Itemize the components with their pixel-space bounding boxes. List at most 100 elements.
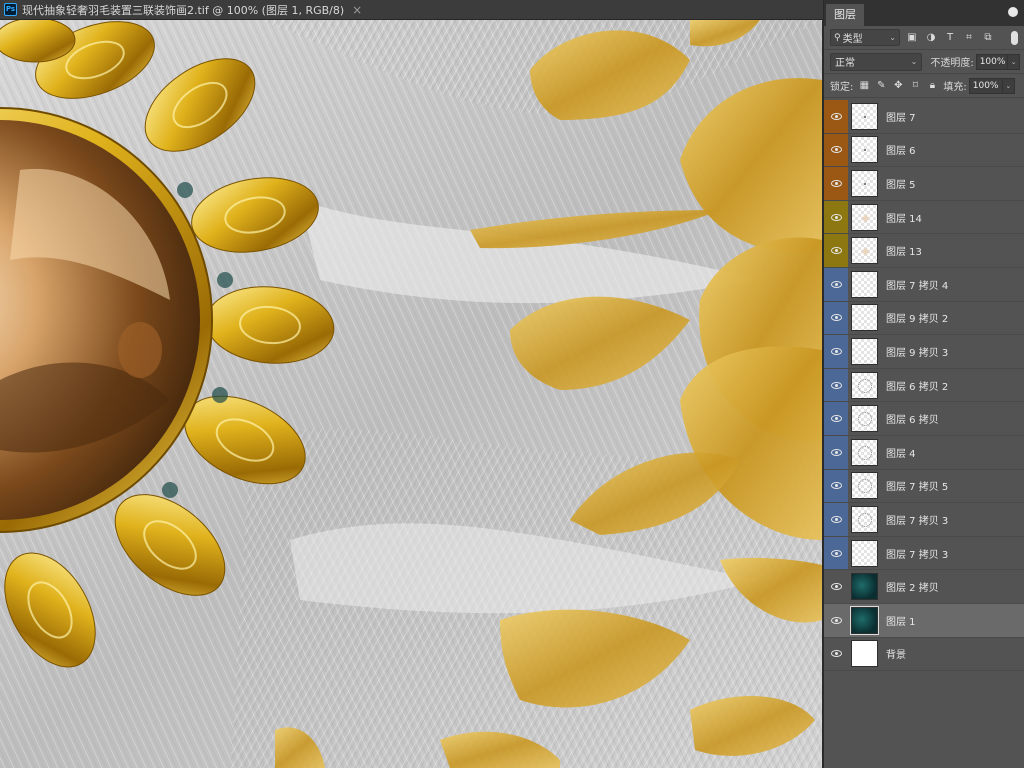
visibility-toggle[interactable]: [824, 469, 848, 503]
layer-thumbnail[interactable]: [851, 438, 878, 466]
layer-row[interactable]: 图层 13: [824, 234, 1024, 268]
visibility-toggle[interactable]: [824, 604, 848, 637]
tab-layers[interactable]: 图层: [826, 4, 864, 26]
layer-name[interactable]: 图层 9 拷贝 2: [886, 310, 948, 325]
eye-icon: [830, 280, 842, 288]
layer-name[interactable]: 图层 14: [886, 210, 922, 225]
layer-row[interactable]: 图层 2 拷贝: [824, 570, 1024, 604]
layer-name[interactable]: 图层 7 拷贝 3: [886, 512, 948, 527]
layer-thumbnail[interactable]: [851, 270, 878, 298]
layer-thumbnail[interactable]: [851, 337, 878, 365]
layer-thumbnail[interactable]: [851, 203, 878, 231]
layer-name[interactable]: 图层 5: [886, 176, 916, 191]
layer-name[interactable]: 背景: [886, 646, 906, 661]
layer-name[interactable]: 图层 1: [886, 613, 916, 628]
visibility-toggle[interactable]: [824, 402, 848, 435]
filter-toggle[interactable]: [1011, 30, 1018, 45]
layer-row[interactable]: 图层 5: [824, 167, 1024, 201]
document-canvas[interactable]: [0, 20, 822, 768]
layer-name[interactable]: 图层 13: [886, 243, 922, 258]
layer-name[interactable]: 图层 4: [886, 445, 916, 460]
document-title: 现代抽象轻奢羽毛装置三联装饰画2.tif @ 100% (图层 1, RGB/8…: [22, 3, 345, 17]
fill-field[interactable]: 100%: [968, 77, 1003, 94]
filter-kind-select[interactable]: ⚲ 类型 ⌄: [830, 29, 900, 46]
layer-name[interactable]: 图层 7: [886, 109, 916, 124]
layer-thumbnail[interactable]: [851, 472, 878, 500]
visibility-toggle[interactable]: [824, 301, 848, 335]
lock-position-icon[interactable]: ✥: [892, 80, 904, 92]
visibility-toggle[interactable]: [824, 234, 848, 267]
visibility-toggle[interactable]: [824, 267, 848, 301]
layer-row[interactable]: 图层 7 拷贝 3: [824, 503, 1024, 537]
visibility-toggle[interactable]: [824, 570, 848, 603]
lock-artboard-icon[interactable]: ⌑: [909, 80, 921, 92]
smart-object-filter-icon[interactable]: ⧉: [981, 31, 995, 45]
layer-name[interactable]: 图层 2 拷贝: [886, 579, 939, 594]
layer-row[interactable]: 图层 6 拷贝 2: [824, 368, 1024, 403]
fill-dropdown-icon[interactable]: ⌄: [1002, 77, 1015, 94]
visibility-toggle[interactable]: [824, 638, 848, 671]
visibility-toggle[interactable]: [824, 536, 848, 570]
layer-thumbnail[interactable]: [851, 573, 878, 601]
layer-thumbnail[interactable]: [851, 539, 878, 567]
lock-image-pixels-icon[interactable]: ✎: [875, 80, 887, 92]
thumbnail-content: [864, 149, 866, 152]
layer-row[interactable]: 图层 7 拷贝 4: [824, 267, 1024, 302]
blend-mode-value: 正常: [835, 58, 855, 69]
layer-name[interactable]: 图层 6: [886, 142, 916, 157]
visibility-toggle[interactable]: [824, 368, 848, 402]
lock-all-icon[interactable]: 🔒︎: [926, 80, 938, 92]
visibility-toggle[interactable]: [824, 133, 848, 167]
layer-thumbnail[interactable]: [851, 102, 878, 130]
layer-row[interactable]: 图层 14: [824, 200, 1024, 235]
layer-thumbnail[interactable]: [851, 237, 878, 265]
visibility-toggle[interactable]: [824, 167, 848, 200]
layer-name[interactable]: 图层 7 拷贝 4: [886, 277, 948, 292]
visibility-toggle[interactable]: [824, 335, 848, 368]
layer-thumbnail[interactable]: [851, 304, 878, 332]
layer-thumbnail[interactable]: [851, 640, 878, 668]
shape-filter-icon[interactable]: ⌗: [962, 31, 976, 45]
document-tab[interactable]: Ps 现代抽象轻奢羽毛装置三联装饰画2.tif @ 100% (图层 1, RG…: [0, 0, 823, 20]
layer-row[interactable]: 图层 6: [824, 133, 1024, 168]
eye-icon: [830, 415, 842, 423]
layer-row[interactable]: 图层 1: [824, 603, 1024, 638]
layers-panel: 图层 ⚲ 类型 ⌄ ▣ ◑ T ⌗ ⧉ 正常 ⌄ 不透明度: 100% ⌄ 锁定…: [823, 0, 1024, 768]
fill-label: 填充:: [943, 82, 967, 93]
layer-row[interactable]: 图层 4: [824, 435, 1024, 470]
opacity-field[interactable]: 100%: [975, 53, 1009, 70]
visibility-toggle[interactable]: [824, 503, 848, 536]
layer-row[interactable]: 图层 9 拷贝 2: [824, 301, 1024, 336]
blend-mode-select[interactable]: 正常 ⌄: [830, 52, 923, 71]
lock-transparent-pixels-icon[interactable]: ▦: [858, 80, 870, 92]
layer-row[interactable]: 图层 9 拷贝 3: [824, 335, 1024, 369]
layer-row[interactable]: 图层 6 拷贝: [824, 402, 1024, 436]
layer-thumbnail[interactable]: [851, 505, 878, 533]
layer-name[interactable]: 图层 9 拷贝 3: [886, 344, 948, 359]
visibility-toggle[interactable]: [824, 435, 848, 469]
layer-thumbnail[interactable]: [850, 605, 879, 635]
visibility-toggle[interactable]: [824, 200, 848, 234]
image-filter-icon[interactable]: ▣: [905, 31, 919, 45]
close-document-icon[interactable]: ×: [352, 3, 362, 17]
layer-row[interactable]: 图层 7: [824, 100, 1024, 134]
layer-thumbnail[interactable]: [851, 136, 878, 164]
layer-name[interactable]: 图层 7 拷贝 3: [886, 546, 948, 561]
layer-row[interactable]: 背景: [824, 638, 1024, 672]
artwork: [0, 20, 822, 768]
layer-thumbnail[interactable]: [851, 169, 878, 197]
layer-thumbnail[interactable]: [851, 405, 878, 433]
layer-row[interactable]: 图层 7 拷贝 5: [824, 469, 1024, 504]
layer-name[interactable]: 图层 7 拷贝 5: [886, 478, 948, 493]
thumbnail-content: [864, 115, 866, 118]
adjustment-filter-icon[interactable]: ◑: [924, 31, 938, 45]
text-filter-icon[interactable]: T: [943, 31, 957, 45]
layer-thumbnail[interactable]: [851, 371, 878, 399]
panel-collapse-icon[interactable]: [1008, 7, 1018, 17]
opacity-dropdown-icon[interactable]: ⌄: [1008, 53, 1020, 70]
thumbnail-content: [858, 412, 872, 427]
layer-row[interactable]: 图层 7 拷贝 3: [824, 536, 1024, 571]
layer-name[interactable]: 图层 6 拷贝 2: [886, 378, 948, 393]
layer-name[interactable]: 图层 6 拷贝: [886, 411, 939, 426]
visibility-toggle[interactable]: [824, 100, 848, 133]
